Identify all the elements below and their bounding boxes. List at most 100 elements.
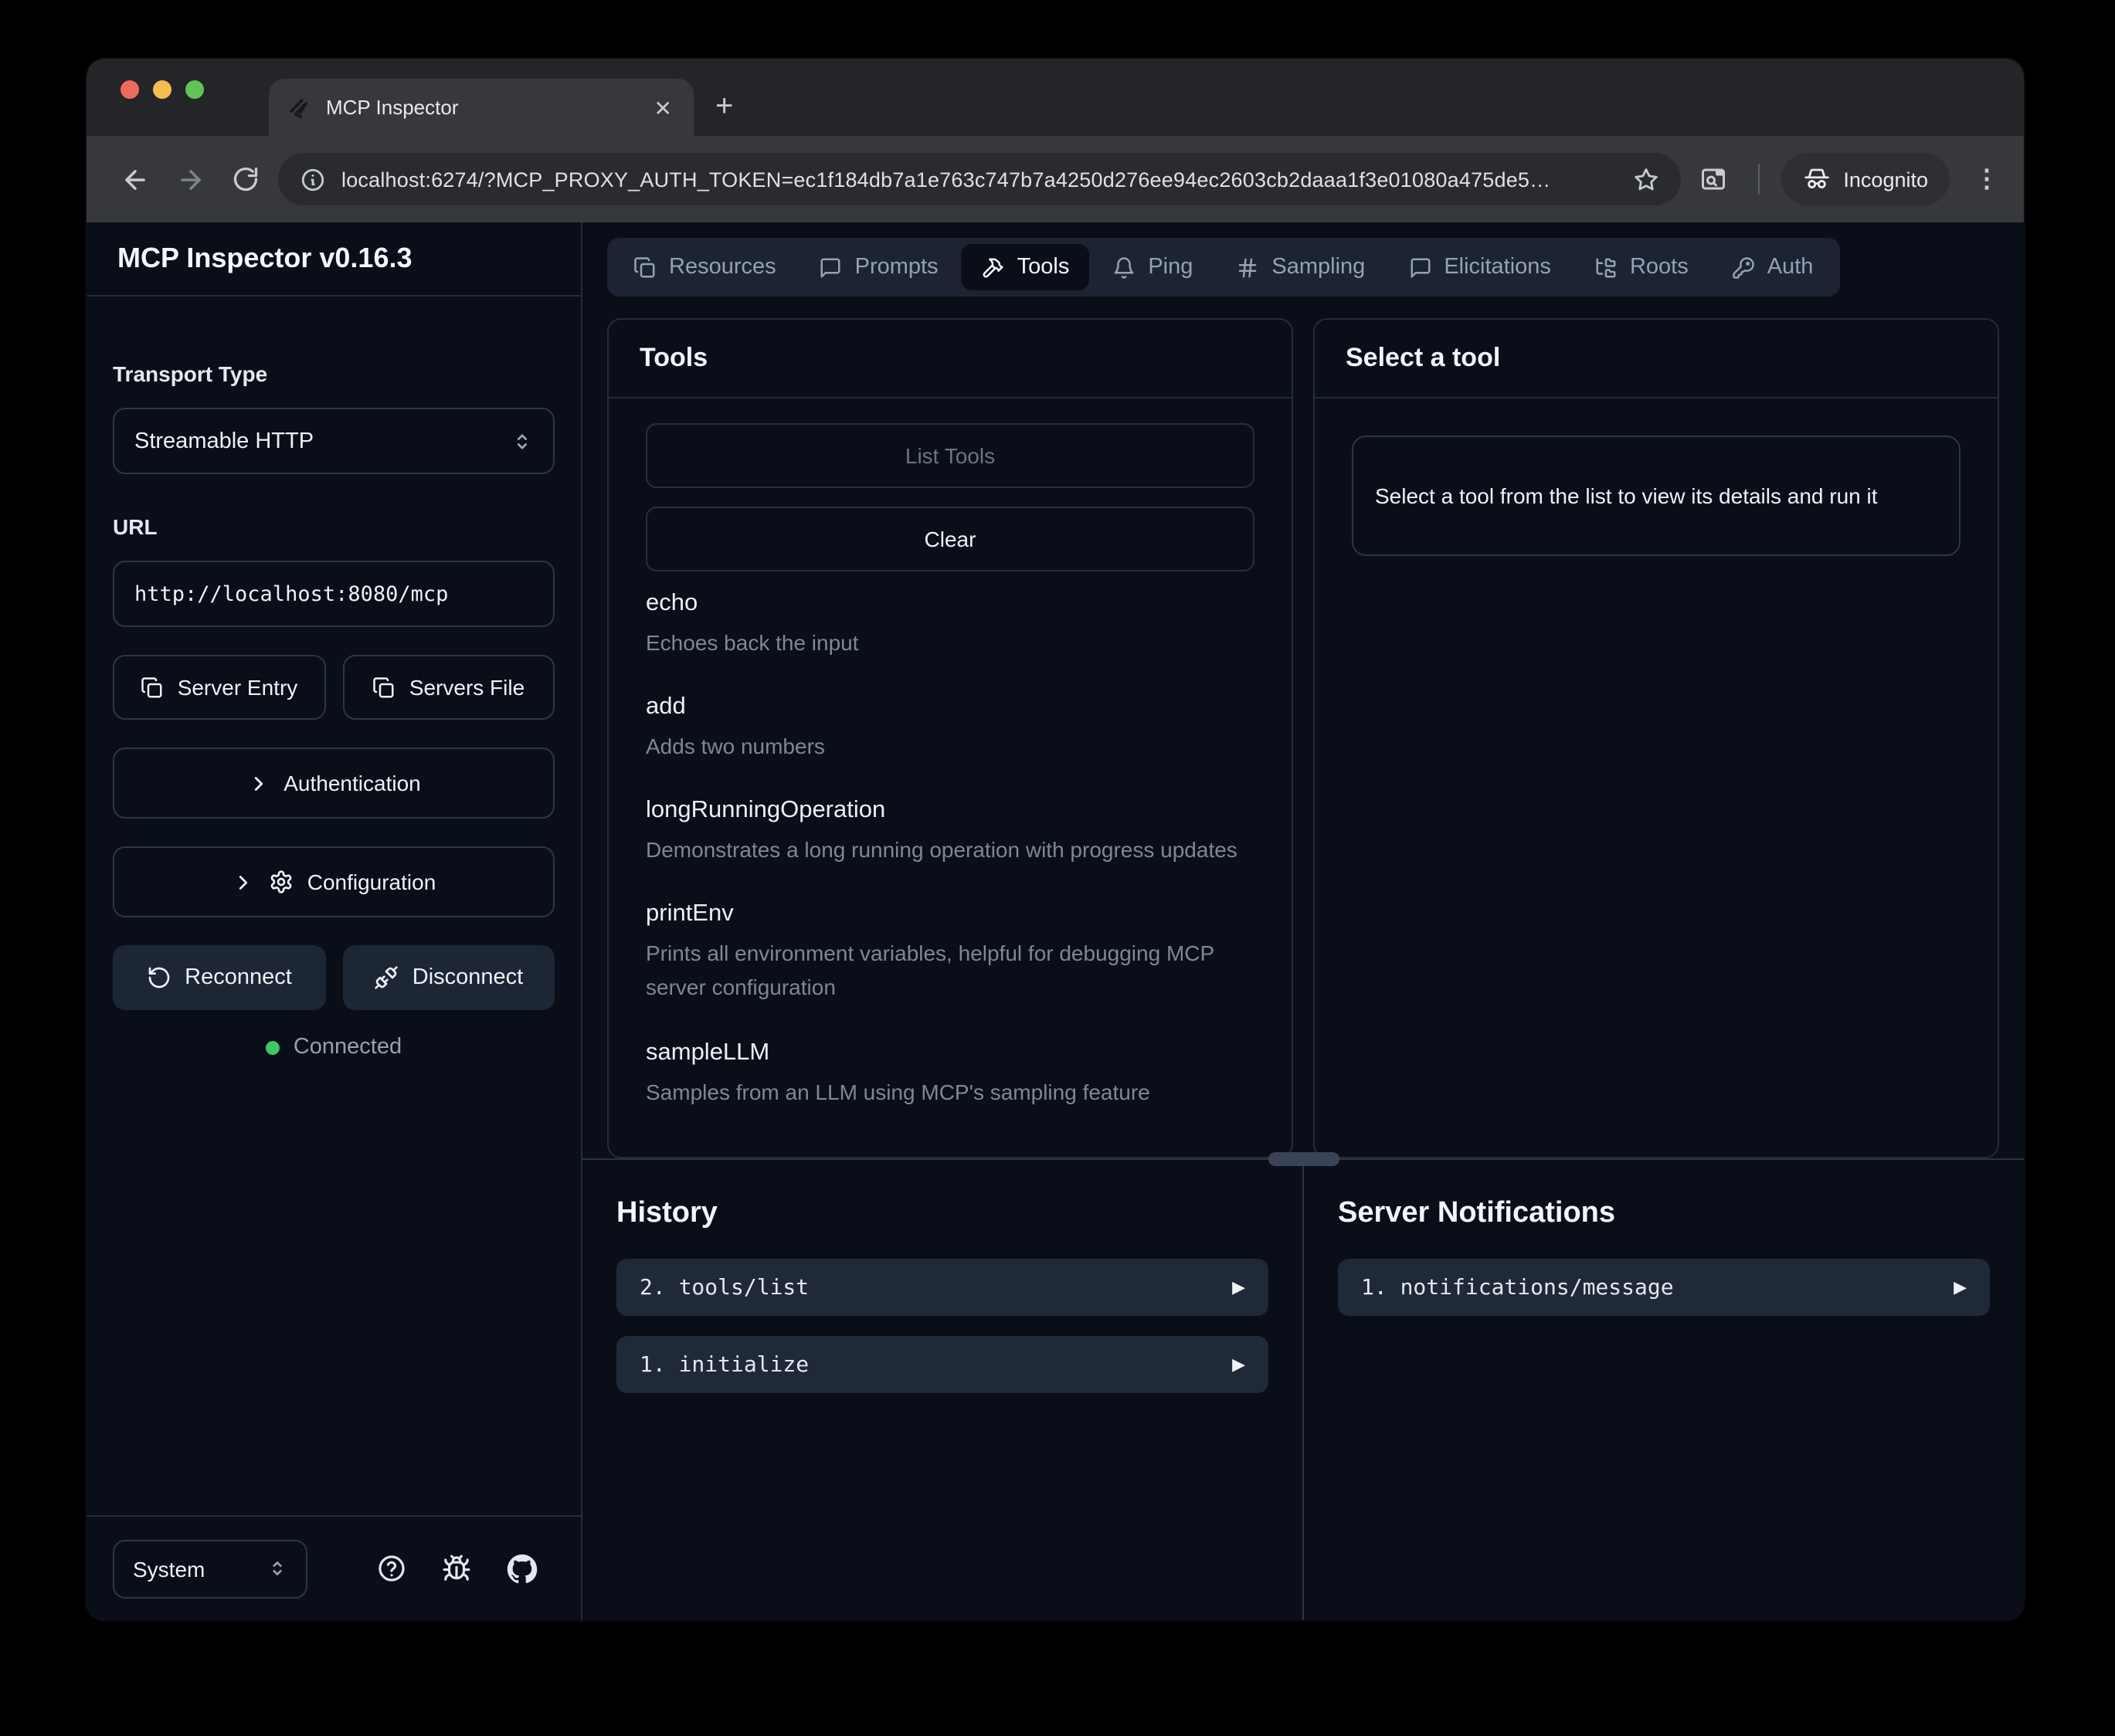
servers-file-button[interactable]: Servers File [342,655,555,720]
hash-icon [1236,256,1259,279]
server-notifications-panel: Server Notifications 1. notifications/me… [1304,1160,2024,1620]
tool-detail-empty-message: Select a tool from the list to view its … [1352,436,1961,556]
tab-label: Sampling [1271,255,1365,280]
disconnect-button[interactable]: Disconnect [342,945,555,1010]
incognito-badge: Incognito [1781,153,1950,205]
back-icon[interactable] [111,156,158,202]
server-notifications-title: Server Notifications [1338,1197,1990,1231]
url-text: localhost:6274/?MCP_PROXY_AUTH_TOKEN=ec1… [341,168,1618,191]
window-controls [121,80,204,99]
files-icon [633,256,657,279]
mcp-logo-favicon [287,95,312,120]
expand-play-icon: ▶ [1232,1277,1245,1297]
tab-label: Prompts [855,255,939,280]
server-url-input[interactable]: http://localhost:8080/mcp [113,561,555,627]
tool-list-item-echo[interactable]: echo Echoes back the input [646,590,1254,659]
configuration-label: Configuration [307,870,436,894]
copy-icon [141,676,164,699]
browser-menu-icon[interactable]: ⋮ [1974,164,1999,195]
browser-tab-strip: MCP Inspector ✕ + [87,59,2024,136]
tab-title: MCP Inspector [326,96,634,119]
site-info-icon[interactable] [300,166,326,192]
authentication-label: Authentication [283,771,420,795]
hammer-icon [982,256,1005,279]
tool-name: echo [646,590,1254,618]
tools-panel: Tools List Tools Clear echo Echoes back … [607,318,1293,1158]
chevrons-up-down-icon [511,430,533,452]
tab-resources[interactable]: Resources [613,244,796,290]
transport-type-select[interactable]: Streamable HTTP [113,408,555,474]
tab-label: Resources [669,255,776,280]
copy-icon [372,676,396,699]
tool-list-item-add[interactable]: add Adds two numbers [646,693,1254,763]
notification-item-message[interactable]: 1. notifications/message ▶ [1338,1259,1990,1316]
close-window-button[interactable] [121,80,139,99]
incognito-spy-icon [1803,165,1831,193]
search-tabs-panel-icon[interactable] [1690,156,1736,202]
reload-icon[interactable] [222,156,269,202]
minimize-window-button[interactable] [153,80,171,99]
url-label: URL [113,514,555,539]
servers-file-label: Servers File [409,675,525,700]
help-circle-icon[interactable] [378,1553,407,1584]
zoom-window-button[interactable] [185,80,204,99]
tab-label: Tools [1017,255,1070,280]
server-entry-button[interactable]: Server Entry [113,655,325,720]
history-item-tools-list[interactable]: 2. tools/list ▶ [616,1259,1268,1316]
github-icon[interactable] [506,1553,537,1584]
tab-elicitations[interactable]: Elicitations [1388,244,1571,290]
disconnect-label: Disconnect [412,965,523,990]
rotate-ccw-icon [146,965,171,990]
connection-status: Connected [113,1035,555,1060]
bookmark-star-icon[interactable] [1633,166,1659,192]
tool-description: Echoes back the input [646,626,1254,659]
browser-tab[interactable]: MCP Inspector ✕ [269,79,694,136]
gear-icon [269,870,294,894]
connection-status-label: Connected [294,1035,402,1060]
list-tools-button[interactable]: List Tools [646,423,1254,488]
resize-grip-handle[interactable] [1268,1152,1339,1166]
feature-tabs-bar: Resources Prompts Tools Ping [582,222,2024,297]
theme-value: System [133,1556,205,1581]
bug-icon[interactable] [442,1553,471,1584]
message-square-icon [1408,256,1431,279]
tab-label: Auth [1767,255,1814,280]
chevron-right-icon [232,870,255,893]
tab-sampling[interactable]: Sampling [1216,244,1385,290]
tool-list: echo Echoes back the input add Adds two … [646,590,1254,1108]
browser-window: MCP Inspector ✕ + localhost:6274/?MCP_PR… [87,59,2024,1620]
key-icon [1732,256,1755,279]
theme-select[interactable]: System [113,1539,307,1598]
expand-play-icon: ▶ [1232,1355,1245,1375]
address-bar[interactable]: localhost:6274/?MCP_PROXY_AUTH_TOKEN=ec1… [278,153,1681,205]
tool-name: add [646,693,1254,721]
authentication-toggle[interactable]: Authentication [113,748,555,819]
history-item-initialize[interactable]: 1. initialize ▶ [616,1336,1268,1393]
tool-list-item-longrunningoperation[interactable]: longRunningOperation Demonstrates a long… [646,797,1254,866]
connected-dot-icon [266,1040,280,1054]
reconnect-button[interactable]: Reconnect [113,945,325,1010]
tab-auth[interactable]: Auth [1712,244,1834,290]
close-tab-icon[interactable]: ✕ [648,93,678,121]
tool-list-item-samplellm[interactable]: sampleLLM Samples from an LLM using MCP'… [646,1039,1254,1108]
incognito-label: Incognito [1843,168,1928,191]
server-entry-label: Server Entry [178,675,298,700]
tool-name: longRunningOperation [646,797,1254,825]
tool-description: Samples from an LLM using MCP's sampling… [646,1074,1254,1108]
tool-description: Adds two numbers [646,729,1254,763]
new-tab-button[interactable]: + [715,91,733,122]
configuration-toggle[interactable]: Configuration [113,846,555,917]
tab-tools[interactable]: Tools [962,244,1090,290]
forward-icon[interactable] [167,156,213,202]
tab-ping[interactable]: Ping [1092,244,1213,290]
tab-roots[interactable]: Roots [1574,244,1709,290]
tab-prompts[interactable]: Prompts [799,244,959,290]
tab-label: Elicitations [1444,255,1551,280]
tool-list-item-printenv[interactable]: printEnv Prints all environment variable… [646,901,1254,1005]
clear-tools-button[interactable]: Clear [646,507,1254,571]
tool-description: Demonstrates a long running operation wi… [646,832,1254,866]
browser-toolbar: localhost:6274/?MCP_PROXY_AUTH_TOKEN=ec1… [87,136,2024,222]
sidebar: MCP Inspector v0.16.3 Transport Type Str… [87,222,582,1620]
horizontal-resize-divider[interactable] [582,1158,2024,1160]
tab-label: Roots [1630,255,1689,280]
